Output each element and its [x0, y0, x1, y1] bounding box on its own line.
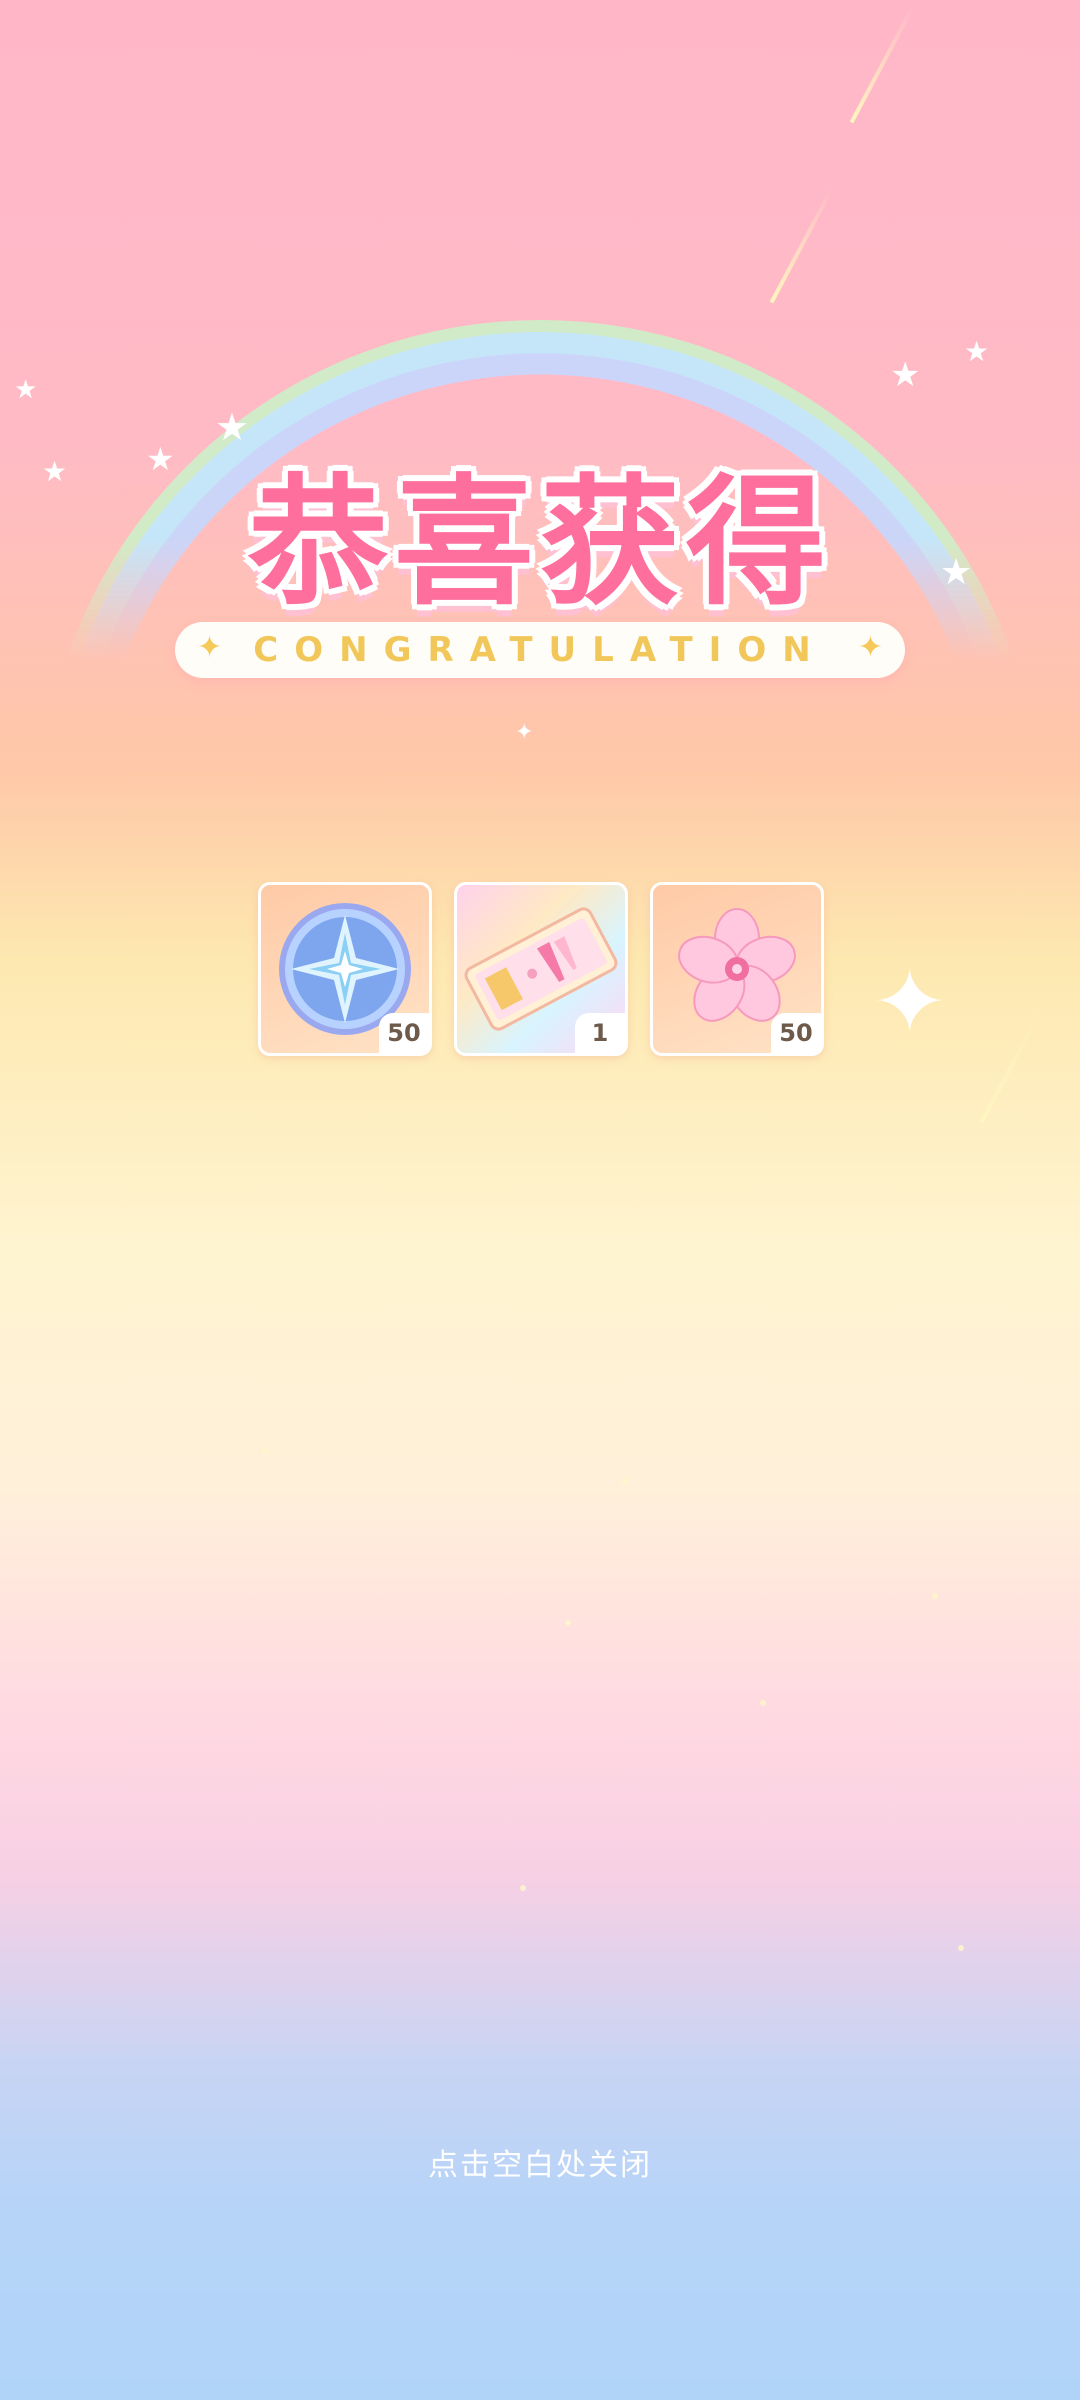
congratulations-title: 恭喜获得 [247, 462, 832, 625]
sparkle-icon: ✦ [197, 630, 223, 665]
reward-item-compass-medal[interactable]: 50 [258, 882, 432, 1056]
glow-dot [760, 1700, 766, 1706]
shooting-star [849, 6, 915, 124]
reward-item-sakura-flower[interactable]: 50 [650, 882, 824, 1056]
star-icon: ★ [14, 375, 38, 405]
sparkle-icon: ✦ [872, 950, 948, 1055]
subtitle-text: CONGRATULATION [253, 630, 827, 670]
reward-count: 1 [575, 1013, 625, 1053]
sparkle-icon: ✦ [857, 630, 883, 665]
glow-dot [262, 1448, 268, 1454]
glow-dot [958, 1945, 964, 1951]
subtitle-banner: ✦ CONGRATULATION ✦ [175, 622, 905, 678]
reward-list: 50 1 50 [258, 882, 828, 1058]
star-icon: ★ [890, 355, 921, 395]
reward-item-ticket[interactable]: 1 [454, 882, 628, 1056]
glow-dot [932, 1593, 938, 1599]
glow-dot [565, 1620, 571, 1626]
reward-count: 50 [771, 1013, 821, 1053]
close-hint[interactable]: 点击空白处关闭 [0, 2140, 1080, 2184]
reward-count: 50 [379, 1013, 429, 1053]
sparkle-icon: ✦ [515, 720, 534, 745]
shooting-star [769, 186, 835, 304]
glow-dot [622, 1478, 628, 1484]
star-icon: ★ [964, 335, 990, 368]
glow-dot [520, 1885, 526, 1891]
